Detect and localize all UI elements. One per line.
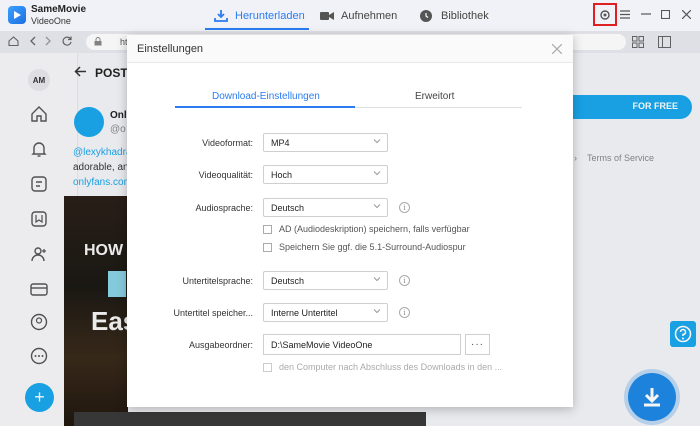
subtitle-language-select[interactable]: Deutsch (263, 271, 388, 290)
tab-label: Herunterladen (235, 10, 305, 22)
browse-folder-button[interactable]: ··· (465, 334, 490, 355)
info-icon[interactable]: i (399, 275, 410, 286)
surround-checkbox-row[interactable]: Speichern Sie ggf. die 5.1-Surround-Audi… (263, 242, 466, 252)
output-folder-input[interactable]: D:\SameMovie VideoOne (263, 334, 461, 355)
surround-checkbox[interactable] (263, 242, 272, 252)
audio-language-value: Deutsch (271, 203, 305, 213)
chevron-down-icon (373, 309, 381, 314)
dialog-title: Einstellungen (137, 43, 204, 55)
chevron-down-icon (373, 277, 381, 282)
info-icon[interactable]: i (399, 202, 410, 213)
maximize-button[interactable] (658, 7, 672, 21)
chevron-down-icon (373, 204, 381, 209)
shutdown-checkbox-label: den Computer nach Abschluss des Download… (279, 362, 503, 372)
audio-language-select[interactable]: Deutsch (263, 198, 388, 217)
tab-download-settings[interactable]: Download-Einstellungen (212, 91, 320, 102)
subtitle-language-label: Untertitelsprache: (182, 276, 253, 286)
title-bar: SameMovie VideoOne Herunterladen Aufnehm… (0, 0, 700, 31)
tab-label: Aufnehmen (341, 10, 398, 22)
chevron-down-icon (373, 139, 381, 144)
output-folder-label: Ausgabeordner: (188, 340, 253, 350)
surround-checkbox-label: Speichern Sie ggf. die 5.1-Surround-Audi… (279, 242, 466, 252)
tab-advanced[interactable]: Erweitort (415, 91, 454, 102)
close-icon (681, 9, 691, 19)
close-icon (551, 43, 563, 55)
subtitle-save-select[interactable]: Interne Untertitel (263, 303, 388, 322)
shutdown-checkbox[interactable] (263, 362, 272, 372)
video-quality-label: Videoqualität: (198, 170, 253, 180)
subtitle-save-label: Untertitel speicher... (173, 308, 253, 318)
audio-language-label: Audiosprache: (195, 203, 253, 213)
subtitle-language-value: Deutsch (271, 276, 305, 286)
minimize-icon (641, 13, 651, 15)
info-icon[interactable]: i (399, 307, 410, 318)
dialog-header: Einstellungen (127, 35, 573, 63)
app-name: SameMovie (31, 4, 87, 15)
shutdown-checkbox-row[interactable]: den Computer nach Abschluss des Download… (263, 362, 502, 372)
ad-checkbox-row[interactable]: AD (Audiodeskription) speichern, falls v… (263, 224, 470, 234)
settings-button[interactable] (593, 3, 617, 26)
tab-label: Bibliothek (441, 10, 489, 22)
settings-dialog: Einstellungen Download-Einstellungen Erw… (127, 35, 573, 407)
download-icon (214, 10, 228, 22)
ad-checkbox-label: AD (Audiodeskription) speichern, falls v… (279, 224, 470, 234)
video-quality-select[interactable]: Hoch (263, 165, 388, 184)
close-window-button[interactable] (679, 7, 693, 21)
video-format-value: MP4 (271, 138, 290, 148)
video-format-label: Videoformat: (202, 138, 253, 148)
chevron-down-icon (373, 171, 381, 176)
hamburger-icon (620, 9, 630, 19)
gear-icon (600, 9, 610, 20)
minimize-button[interactable] (639, 7, 653, 21)
video-format-select[interactable]: MP4 (263, 133, 388, 152)
active-tab-indicator (205, 28, 309, 30)
camera-icon (320, 10, 334, 22)
clock-icon (420, 10, 434, 22)
subtitle-save-value: Interne Untertitel (271, 308, 338, 318)
tab-aufnehmen[interactable]: Aufnehmen (320, 6, 397, 26)
video-quality-value: Hoch (271, 170, 293, 180)
app-subname: VideoOne (31, 16, 71, 26)
maximize-icon (660, 9, 670, 19)
tab-herunterladen[interactable]: Herunterladen (214, 6, 305, 26)
dialog-close-button[interactable] (551, 41, 563, 57)
tab-bibliothek[interactable]: Bibliothek (420, 6, 489, 26)
app-logo-icon (8, 6, 26, 24)
ad-checkbox[interactable] (263, 224, 272, 234)
menu-button[interactable] (618, 7, 632, 21)
active-subtab-indicator (175, 106, 355, 108)
